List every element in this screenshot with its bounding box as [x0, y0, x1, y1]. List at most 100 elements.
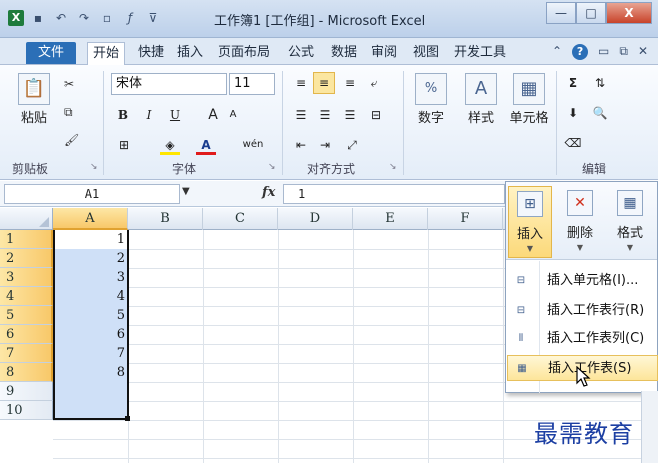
- insert-function-icon[interactable]: fx: [262, 185, 275, 200]
- menu-item-insert-rows[interactable]: ⊟ 插入工作表行(R): [507, 298, 658, 324]
- name-box-dropdown-icon[interactable]: ▼: [182, 186, 190, 197]
- column-header-c[interactable]: C: [203, 208, 278, 230]
- increase-indent-icon[interactable]: ⇥: [315, 135, 335, 155]
- bold-button[interactable]: B: [114, 105, 132, 125]
- format-button[interactable]: ▦ 格式 ▼: [608, 186, 652, 258]
- alignment-launcher-icon[interactable]: ↘: [389, 162, 397, 172]
- row-header-10[interactable]: 10: [0, 401, 53, 420]
- menu-item-insert-columns[interactable]: ⫴ 插入工作表列(C): [507, 326, 658, 352]
- cell-a7[interactable]: 7: [53, 344, 125, 363]
- row-header-9[interactable]: 9: [0, 382, 53, 401]
- find-select-icon[interactable]: 🔍: [590, 103, 610, 123]
- column-header-f[interactable]: F: [428, 208, 503, 230]
- delete-button[interactable]: ✕ 删除 ▼: [558, 186, 602, 258]
- column-header-d[interactable]: D: [278, 208, 353, 230]
- tab-review[interactable]: 审阅: [366, 42, 402, 64]
- row-header-2[interactable]: 2: [0, 249, 53, 268]
- row-header-5[interactable]: 5: [0, 306, 53, 325]
- clipboard-launcher-icon[interactable]: ↘: [90, 162, 98, 172]
- number-button[interactable]: % 数字: [408, 73, 454, 126]
- fill-handle[interactable]: [125, 416, 130, 421]
- select-all-button[interactable]: [0, 208, 53, 230]
- undo-icon[interactable]: ↶: [53, 9, 69, 27]
- tab-view[interactable]: 视图: [408, 42, 444, 64]
- align-middle-icon[interactable]: ≡: [313, 72, 335, 94]
- tab-formulas[interactable]: 公式: [283, 42, 319, 64]
- clear-icon[interactable]: ⌫: [564, 133, 582, 153]
- cells-button[interactable]: ▦ 单元格: [504, 73, 554, 126]
- row-header-4[interactable]: 4: [0, 287, 53, 306]
- cell-a6[interactable]: 6: [53, 325, 125, 344]
- minimize-button[interactable]: —: [546, 2, 576, 24]
- border-icon[interactable]: ⊞: [114, 135, 134, 155]
- insert-button[interactable]: ⊞ 插入 ▼: [508, 186, 552, 258]
- font-color-icon[interactable]: A: [196, 135, 216, 155]
- column-header-b[interactable]: B: [128, 208, 203, 230]
- minimize-workbook-icon[interactable]: ▭: [598, 44, 609, 60]
- save-icon[interactable]: ▪: [30, 9, 46, 27]
- cell-a1[interactable]: 1: [53, 230, 125, 249]
- align-bottom-icon[interactable]: ≡: [340, 73, 360, 93]
- font-size-select[interactable]: 11: [229, 73, 275, 95]
- vertical-scrollbar[interactable]: [641, 391, 658, 463]
- tab-file[interactable]: 文件: [26, 42, 77, 64]
- column-header-e[interactable]: E: [353, 208, 428, 230]
- row-header-7[interactable]: 7: [0, 344, 53, 363]
- paste-button[interactable]: 📋 粘贴: [12, 73, 56, 126]
- italic-button[interactable]: I: [140, 105, 158, 125]
- formula-input[interactable]: 1: [283, 184, 505, 204]
- new-icon[interactable]: ▫: [99, 9, 115, 27]
- column-header-a[interactable]: A: [53, 208, 128, 230]
- align-center-icon[interactable]: ☰: [315, 105, 335, 125]
- decrease-indent-icon[interactable]: ⇤: [291, 135, 311, 155]
- align-left-icon[interactable]: ☰: [291, 105, 311, 125]
- cells-dropdown-panel: ⊞ 插入 ▼ ✕ 删除 ▼ ▦ 格式 ▼ ⊟ 插入单元格(I)... ⊟ 插入工…: [505, 181, 658, 393]
- font-launcher-icon[interactable]: ↘: [268, 162, 276, 172]
- sort-filter-icon[interactable]: ⇅: [590, 73, 610, 93]
- help-icon[interactable]: ?: [572, 44, 589, 60]
- format-painter-icon[interactable]: 🖌: [64, 133, 79, 147]
- row-header-6[interactable]: 6: [0, 325, 53, 344]
- close-workbook-icon[interactable]: ✕: [638, 44, 648, 60]
- phonetic-button[interactable]: wén: [240, 135, 266, 155]
- font-name-select[interactable]: 宋体: [111, 73, 227, 95]
- orientation-icon[interactable]: ⤢: [340, 135, 364, 155]
- name-box[interactable]: A1: [4, 184, 180, 204]
- underline-button[interactable]: U: [166, 105, 184, 125]
- restore-workbook-icon[interactable]: ⧉: [619, 44, 628, 60]
- cell-a2[interactable]: 2: [53, 249, 125, 268]
- align-top-icon[interactable]: ≡: [291, 73, 311, 93]
- cell-a8[interactable]: 8: [53, 363, 125, 382]
- grow-font-button[interactable]: A: [204, 105, 222, 125]
- fill-icon[interactable]: ⬇: [564, 103, 582, 123]
- copy-icon[interactable]: ⧉: [64, 105, 73, 120]
- customize-icon[interactable]: ⊽: [145, 9, 161, 27]
- redo-icon[interactable]: ↷: [76, 9, 92, 27]
- autosum-button[interactable]: Σ: [564, 73, 582, 93]
- tab-home[interactable]: 开始: [87, 42, 126, 65]
- cell-a4[interactable]: 4: [53, 287, 125, 306]
- shrink-font-button[interactable]: A: [224, 105, 242, 125]
- tab-insert[interactable]: 插入: [172, 42, 208, 64]
- menu-item-insert-cells[interactable]: ⊟ 插入单元格(I)...: [507, 268, 658, 294]
- excel-app-icon[interactable]: X: [8, 10, 24, 26]
- fx-icon[interactable]: ƒ: [122, 9, 138, 27]
- maximize-button[interactable]: □: [576, 2, 606, 24]
- collapse-ribbon-icon[interactable]: ⌃: [552, 44, 562, 60]
- cell-a3[interactable]: 3: [53, 268, 125, 287]
- tab-data[interactable]: 数据: [326, 42, 362, 64]
- row-header-3[interactable]: 3: [0, 268, 53, 287]
- tab-page-layout[interactable]: 页面布局: [213, 42, 275, 64]
- merge-center-icon[interactable]: ⊟: [364, 105, 388, 125]
- styles-button[interactable]: A 样式: [458, 73, 504, 126]
- close-button[interactable]: X: [606, 2, 652, 24]
- cut-icon[interactable]: ✂: [64, 77, 74, 91]
- tab-shortcut[interactable]: 快捷: [133, 42, 169, 64]
- cell-a5[interactable]: 5: [53, 306, 125, 325]
- align-right-icon[interactable]: ☰: [340, 105, 360, 125]
- wrap-text-icon[interactable]: ⤶: [364, 73, 384, 93]
- tab-developer[interactable]: 开发工具: [449, 42, 511, 64]
- row-header-8[interactable]: 8: [0, 363, 53, 382]
- fill-color-icon[interactable]: ◈: [160, 135, 180, 155]
- row-header-1[interactable]: 1: [0, 230, 53, 249]
